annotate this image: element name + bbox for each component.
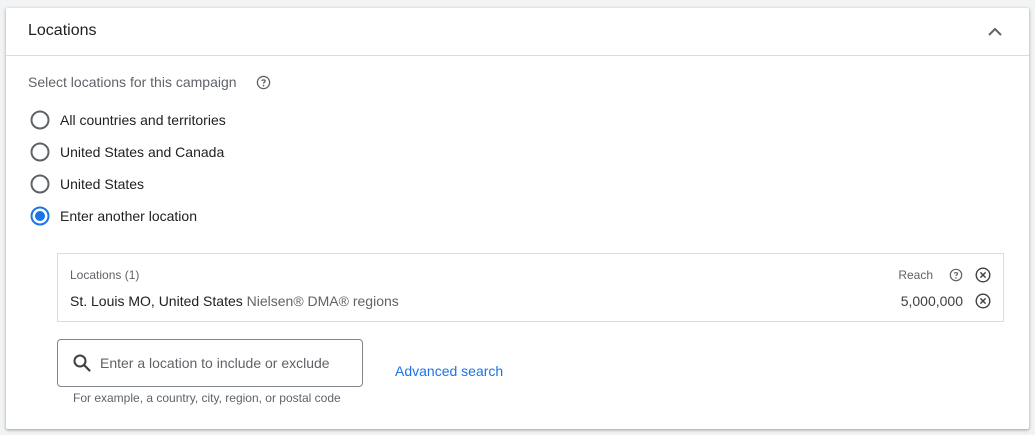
radio-selected-icon xyxy=(30,206,50,226)
search-input[interactable] xyxy=(100,340,355,386)
radio-label: Enter another location xyxy=(60,208,197,224)
remove-location-button[interactable] xyxy=(975,293,991,309)
location-search-box[interactable] xyxy=(57,339,363,387)
card-title: Locations xyxy=(28,22,97,39)
section-prompt: Select locations for this campaign xyxy=(28,74,237,90)
help-icon[interactable] xyxy=(256,75,271,90)
card-header[interactable]: Locations xyxy=(6,8,1029,56)
radio-label: All countries and territories xyxy=(60,112,226,128)
location-name: St. Louis MO, United States xyxy=(70,293,243,309)
collapse-button[interactable] xyxy=(983,20,1007,44)
locations-card: Locations Select locations for this camp… xyxy=(6,8,1029,429)
search-icon xyxy=(73,354,91,372)
radio-unselected-icon xyxy=(30,110,50,130)
location-type: Nielsen® DMA® regions xyxy=(246,293,399,309)
remove-all-button[interactable] xyxy=(975,267,991,283)
radio-label: United States xyxy=(60,176,145,192)
radio-unselected-icon xyxy=(30,142,50,162)
advanced-search-link[interactable]: Advanced search xyxy=(395,363,503,379)
chevron-up-icon xyxy=(988,27,1002,36)
help-icon[interactable] xyxy=(949,268,963,282)
table-row: St. Louis MO, United States Nielsen® DMA… xyxy=(70,293,399,309)
radio-label: United States and Canada xyxy=(60,144,225,160)
search-hint: For example, a country, city, region, or… xyxy=(73,391,341,405)
close-circle-icon xyxy=(975,267,991,283)
radio-unselected-icon xyxy=(30,174,50,194)
close-circle-icon xyxy=(975,293,991,309)
location-reach: 5,000,000 xyxy=(900,293,963,309)
locations-count-header: Locations (1) xyxy=(70,268,140,282)
reach-header: Reach xyxy=(898,268,933,282)
selected-locations-table: Locations (1) Reach St. Louis MO, United… xyxy=(57,253,1004,322)
